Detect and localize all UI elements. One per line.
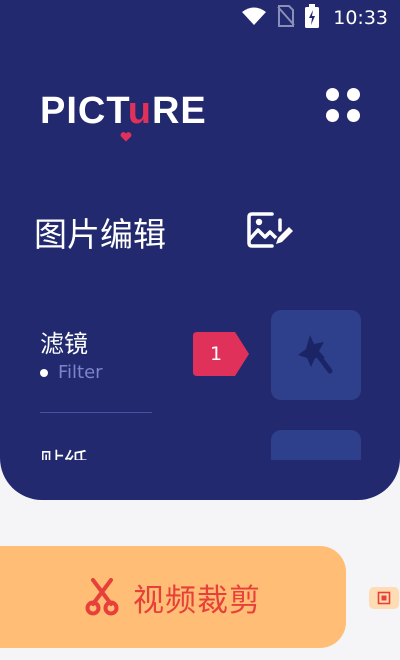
battery-icon: [305, 4, 320, 32]
step-badge: 1: [193, 332, 249, 376]
status-bar: 10:33: [0, 0, 400, 36]
heart-icon: [120, 132, 132, 142]
section-title: 图片编辑: [34, 215, 166, 254]
wifi-icon: [241, 6, 267, 30]
app-logo: PICTuRE: [40, 90, 207, 142]
header-panel: 10:33 PICTuRE 图片编辑 滤镜 Filter 1: [0, 0, 400, 500]
grid-icon: [326, 88, 339, 101]
crop-icon[interactable]: [369, 587, 399, 609]
sticker-tile[interactable]: [271, 430, 361, 460]
item-subtitle: Filter: [40, 362, 103, 383]
grid-menu-button[interactable]: [326, 88, 364, 126]
video-crop-label: 视频裁剪: [133, 582, 261, 619]
divider: [40, 412, 152, 413]
magic-wand-icon: [298, 335, 333, 374]
item-label: 滤镜: [40, 330, 88, 358]
video-crop-button[interactable]: 视频裁剪: [0, 546, 346, 648]
tool-list: 滤镜 Filter 1 贴纸: [0, 300, 400, 460]
filter-tile[interactable]: [271, 310, 361, 400]
logo-text: PICTuRE: [40, 90, 207, 132]
bullet-dot: [40, 368, 48, 377]
no-sim-icon: [277, 5, 295, 31]
item-label: 贴纸: [40, 442, 88, 460]
scissors-icon: [85, 578, 119, 616]
status-time: 10:33: [333, 7, 388, 29]
image-edit-icon[interactable]: [246, 210, 294, 254]
